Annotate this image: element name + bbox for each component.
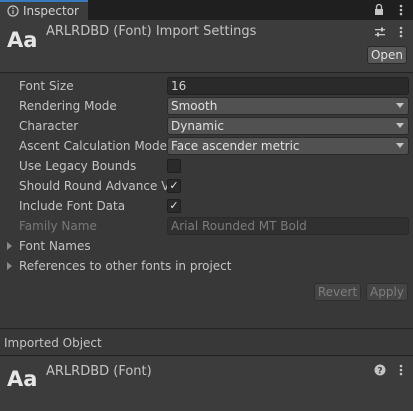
font-names-label: Font Names <box>19 239 91 253</box>
tab-label: Inspector <box>23 4 79 18</box>
ascent-dropdown[interactable]: Face ascender metric <box>167 137 409 155</box>
ascent-label: Ascent Calculation Mode <box>19 139 167 153</box>
family-name-row: Family Name Arial Rounded MT Bold <box>19 216 409 236</box>
font-size-input[interactable]: 16 <box>167 77 409 95</box>
references-foldout[interactable]: References to other fonts in project <box>7 256 407 276</box>
font-asset-icon: Aa <box>7 367 38 391</box>
character-label: Character <box>19 119 79 133</box>
tab-inspector[interactable]: Inspector <box>0 0 88 20</box>
font-names-foldout[interactable]: Font Names <box>7 236 407 256</box>
legacy-bounds-label: Use Legacy Bounds <box>19 159 137 173</box>
font-size-row: Font Size 16 <box>19 76 409 96</box>
more-menu-icon[interactable] <box>395 25 407 39</box>
references-label: References to other fonts in project <box>19 259 232 273</box>
apply-button[interactable]: Apply <box>366 283 408 301</box>
round-advance-checkbox[interactable]: ✓ <box>167 179 181 193</box>
include-font-data-row: Include Font Data ✓ <box>19 196 409 216</box>
ascent-row: Ascent Calculation Mode Face ascender me… <box>19 136 409 156</box>
info-icon <box>7 5 19 17</box>
character-dropdown[interactable]: Dynamic <box>167 117 409 135</box>
tab-bar: Inspector <box>0 0 413 20</box>
chevron-down-icon <box>396 123 404 128</box>
lock-icon[interactable] <box>373 3 385 17</box>
font-size-label: Font Size <box>19 79 74 93</box>
import-settings-header: Aa ARLRDBD (Font) Import Settings Open <box>0 20 413 72</box>
chevron-right-icon <box>7 262 12 270</box>
open-button[interactable]: Open <box>367 46 407 64</box>
svg-text:?: ? <box>377 367 382 377</box>
round-advance-row: Should Round Advance Value ✓ <box>19 176 409 196</box>
round-advance-label: Should Round Advance Value <box>19 179 167 193</box>
legacy-bounds-checkbox[interactable] <box>167 159 181 173</box>
family-name-label: Family Name <box>19 219 97 233</box>
page-title: ARLRDBD (Font) Import Settings <box>46 24 257 39</box>
more-menu-icon[interactable] <box>395 363 407 377</box>
imported-object-header: Aa ARLRDBD (Font) ? <box>0 357 413 411</box>
divider <box>0 72 413 73</box>
more-menu-icon[interactable] <box>395 3 407 17</box>
imported-object-title: ARLRDBD (Font) <box>46 364 152 379</box>
character-value: Dynamic <box>171 119 224 133</box>
rendering-mode-value: Smooth <box>171 99 218 113</box>
legacy-bounds-row: Use Legacy Bounds <box>19 156 409 176</box>
imported-object-section: Imported Object <box>0 328 413 356</box>
chevron-down-icon <box>396 143 404 148</box>
section-title: Imported Object <box>4 336 102 350</box>
chevron-down-icon <box>396 103 404 108</box>
revert-button[interactable]: Revert <box>314 283 361 301</box>
rendering-mode-label: Rendering Mode <box>19 99 117 113</box>
rendering-mode-dropdown[interactable]: Smooth <box>167 97 409 115</box>
character-row: Character Dynamic <box>19 116 409 136</box>
ascent-value: Face ascender metric <box>171 139 300 153</box>
chevron-right-icon <box>7 242 12 250</box>
help-icon[interactable]: ? <box>374 363 386 377</box>
include-font-data-checkbox[interactable]: ✓ <box>167 199 181 213</box>
rendering-mode-row: Rendering Mode Smooth <box>19 96 409 116</box>
preset-icon[interactable] <box>374 25 386 39</box>
font-asset-icon: Aa <box>7 28 38 52</box>
include-font-data-label: Include Font Data <box>19 199 126 213</box>
family-name-field: Arial Rounded MT Bold <box>167 217 409 235</box>
